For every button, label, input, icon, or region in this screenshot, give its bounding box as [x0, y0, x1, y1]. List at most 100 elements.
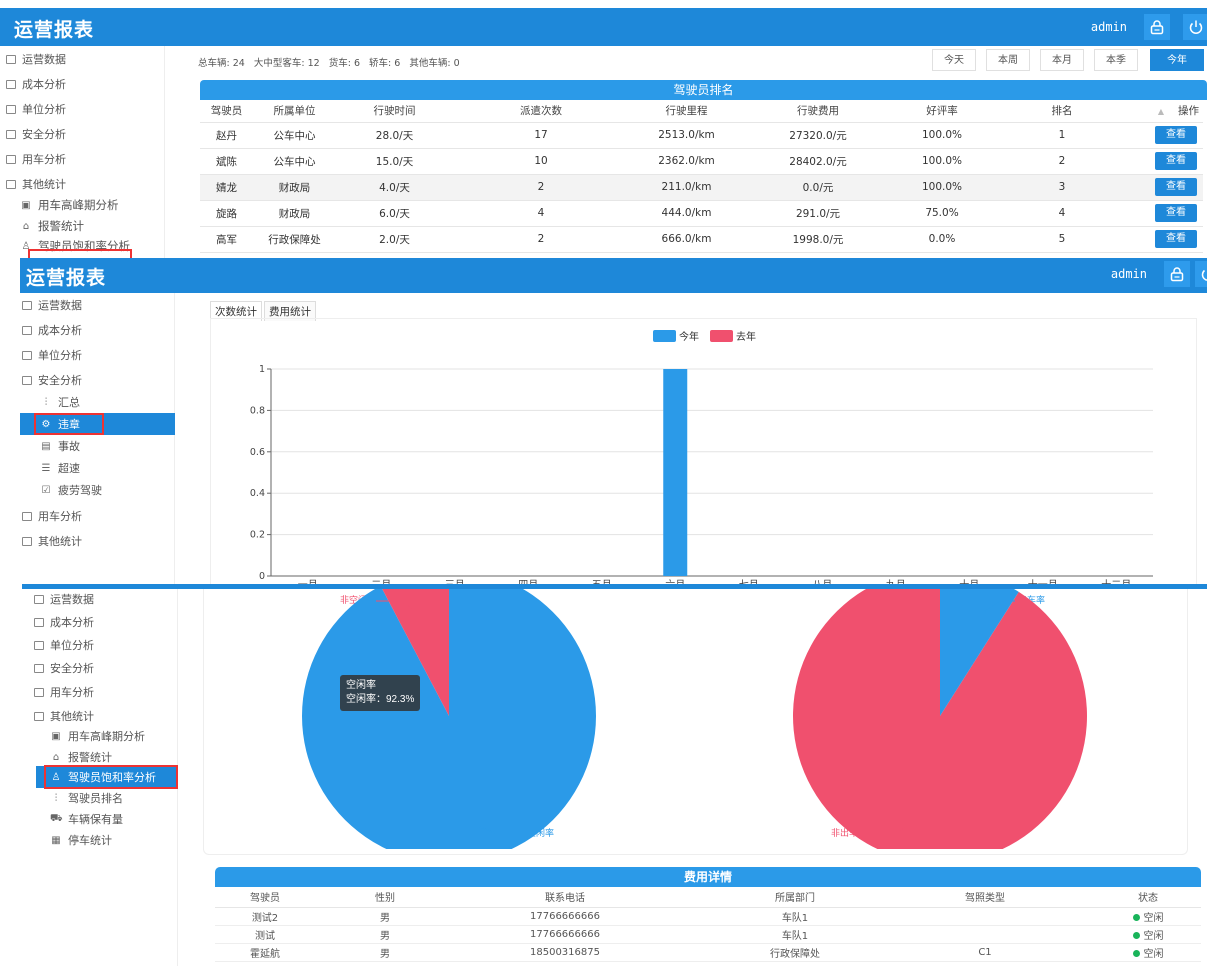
user-name[interactable]: admin — [1111, 267, 1147, 281]
table-cell: 0.0% — [928, 233, 956, 245]
view-button[interactable]: 查看 — [1155, 126, 1197, 144]
panel-driver-ranking: 运营报表 admin 运营数据 成本分析 单位分析 安全分析 用车分析 其他统计… — [0, 0, 1207, 258]
sidebar-item-safety[interactable]: 安全分析 — [22, 369, 82, 391]
sidebar-item-usage[interactable]: 用车分析 — [22, 505, 82, 527]
table-cell: 100.0% — [921, 129, 963, 141]
status-dot-icon — [1132, 949, 1140, 957]
table-cell: 27320.0/元 — [789, 129, 847, 142]
sidebar-item-unit[interactable]: 单位分析 — [6, 98, 66, 120]
table-cell: 28.0/天 — [375, 129, 414, 142]
col-time: 行驶时间 — [373, 105, 416, 118]
sidebar-item-speeding[interactable]: ☰ 超速 — [40, 457, 80, 479]
table-cell: 211.0/km — [661, 181, 712, 193]
panel-divider — [22, 584, 1207, 589]
view-button[interactable]: 查看 — [1155, 152, 1197, 170]
panel-saturation: 运营数据 成本分析 单位分析 安全分析 用车分析 其他统计 ▣ 用车高峰期分析 ⌂… — [0, 589, 1207, 966]
lock-icon[interactable] — [1164, 261, 1190, 287]
sidebar-item-other[interactable]: 其他统计 — [22, 530, 82, 552]
table-row: 高军 行政保障处 2.0/天 2 666.0/km 1998.0/元 0.0% 5 查看 — [200, 226, 1203, 252]
tooltip-value: 空闲率：92.3% — [346, 694, 415, 705]
power-icon[interactable] — [1195, 261, 1207, 287]
col-dept: 所属部门 — [775, 893, 815, 905]
sidebar-item-alarm[interactable]: ⌂ 报警统计 — [20, 215, 84, 237]
header-bar: 运营报表 admin — [20, 258, 1207, 293]
col-driver: 驾驶员 — [250, 893, 280, 905]
detail-title: 费用详情 — [215, 867, 1201, 887]
table-cell: 财政局 — [278, 181, 311, 194]
bar-this-year[interactable] — [663, 369, 688, 576]
sidebar-item-usage[interactable]: 用车分析 — [6, 148, 66, 170]
col-cost: 行驶费用 — [797, 105, 839, 118]
user-name[interactable]: admin — [1091, 20, 1127, 34]
col-rank[interactable]: 排名 — [992, 100, 1132, 122]
table-cell: 空闲 — [1055, 925, 1201, 943]
detail-card: 费用详情 驾驶员 性别 联系电话 所属部门 驾照类型 状态 测试2 男 177666… — [215, 867, 1201, 962]
col-driver: 驾驶员 — [210, 105, 243, 118]
table-cell: 28402.0/元 — [789, 155, 847, 168]
legend-swatch-last-year[interactable] — [710, 330, 733, 342]
table-cell: 公车中心 — [273, 129, 316, 142]
sidebar-item-other[interactable]: 其他统计 — [6, 173, 66, 195]
saturation-pies: 非空闲 空闲率 出车率 非出车 — [302, 589, 1087, 849]
table-cell: 75.0% — [925, 207, 959, 219]
lock-icon[interactable] — [1144, 14, 1170, 40]
table-cell: 2 — [537, 181, 545, 193]
y-grid: 0 0.2 0.4 0.6 0.8 1 — [250, 364, 1153, 582]
period-year[interactable]: 今年 — [1150, 49, 1204, 71]
y-tick-label: 0.2 — [250, 530, 265, 541]
period-today[interactable]: 今天 — [932, 49, 976, 71]
sidebar-item-ops[interactable]: 运营数据 — [6, 48, 66, 70]
sidebar-item-cost[interactable]: 成本分析 — [22, 319, 82, 341]
legend-last-year: 去年 — [736, 330, 756, 343]
sidebar-item-cost[interactable]: 成本分析 — [6, 73, 66, 95]
pie-slice-large[interactable] — [302, 589, 597, 849]
view-button[interactable]: 查看 — [1155, 178, 1197, 196]
y-tick-label: 0 — [259, 571, 265, 582]
sidebar-item-fatigue[interactable]: ☑ 疲劳驾驶 — [40, 479, 102, 501]
table-cell: 4 — [537, 207, 545, 219]
period-week[interactable]: 本周 — [986, 49, 1030, 71]
legend-swatch-this-year[interactable] — [653, 330, 676, 342]
table-cell: 车队1 — [781, 912, 809, 924]
sidebar-item-accident[interactable]: ▤ 事故 — [40, 435, 80, 457]
view-button[interactable]: 查看 — [1155, 204, 1197, 222]
sidebar-item-unit[interactable]: 单位分析 — [22, 344, 82, 366]
table-cell: 2 — [537, 233, 545, 245]
table-cell: 霍延航 — [250, 948, 280, 960]
table-cell: 0.0/元 — [802, 181, 834, 194]
power-icon[interactable] — [1183, 14, 1207, 40]
sidebar-item-peak[interactable]: ▣ 用车高峰期分析 — [20, 194, 118, 216]
table-cell: 4.0/天 — [379, 181, 410, 194]
panel-violation-chart: 运营报表 admin 运营数据 成本分析 单位分析 安全分析 ⫶ 汇总 ⚙ 违章 ▤… — [0, 258, 1207, 586]
chart-legend: 今年 去年 — [653, 330, 756, 343]
period-quarter[interactable]: 本季 — [1094, 49, 1138, 71]
view-button[interactable]: 查看 — [1155, 230, 1197, 248]
col-status: 状态 — [1138, 893, 1158, 905]
table-cell: 测试 — [255, 930, 275, 942]
app-title: 运营报表 — [14, 19, 95, 41]
y-tick-label: 0.8 — [250, 405, 265, 416]
table-cell: C1 — [978, 946, 992, 958]
table-cell: 6.0/天 — [379, 207, 410, 220]
status-text: 空闲 — [1143, 948, 1164, 960]
table-cell: 空闲 — [1055, 943, 1201, 961]
legend-this-year: 今年 — [679, 330, 699, 343]
table-cell: 18500316875 — [530, 946, 600, 958]
table-cell: 100.0% — [921, 155, 963, 167]
action-cell: 查看 — [1132, 226, 1203, 252]
sort-asc-icon[interactable]: ▲ — [1158, 107, 1164, 116]
table-cell: 444.0/km — [661, 207, 712, 219]
table-row: 测试2 男 17766666666 车队1 空闲 — [215, 907, 1201, 925]
table-cell: 空闲 — [1055, 907, 1201, 925]
action-cell: 查看 — [1132, 148, 1203, 174]
sidebar-item-summary[interactable]: ⫶ 汇总 — [40, 391, 80, 413]
sidebar-item-safety[interactable]: 安全分析 — [6, 123, 66, 145]
table-cell — [915, 925, 1055, 943]
table-cell: 2513.0/km — [658, 129, 715, 141]
sidebar-item-ops[interactable]: 运营数据 — [22, 294, 82, 316]
period-month[interactable]: 本月 — [1040, 49, 1084, 71]
table-cell: 车队1 — [781, 930, 809, 942]
table-cell: 100.0% — [921, 181, 963, 193]
table-cell: 3 — [1058, 181, 1066, 193]
table-cell: 17766666666 — [530, 910, 600, 922]
